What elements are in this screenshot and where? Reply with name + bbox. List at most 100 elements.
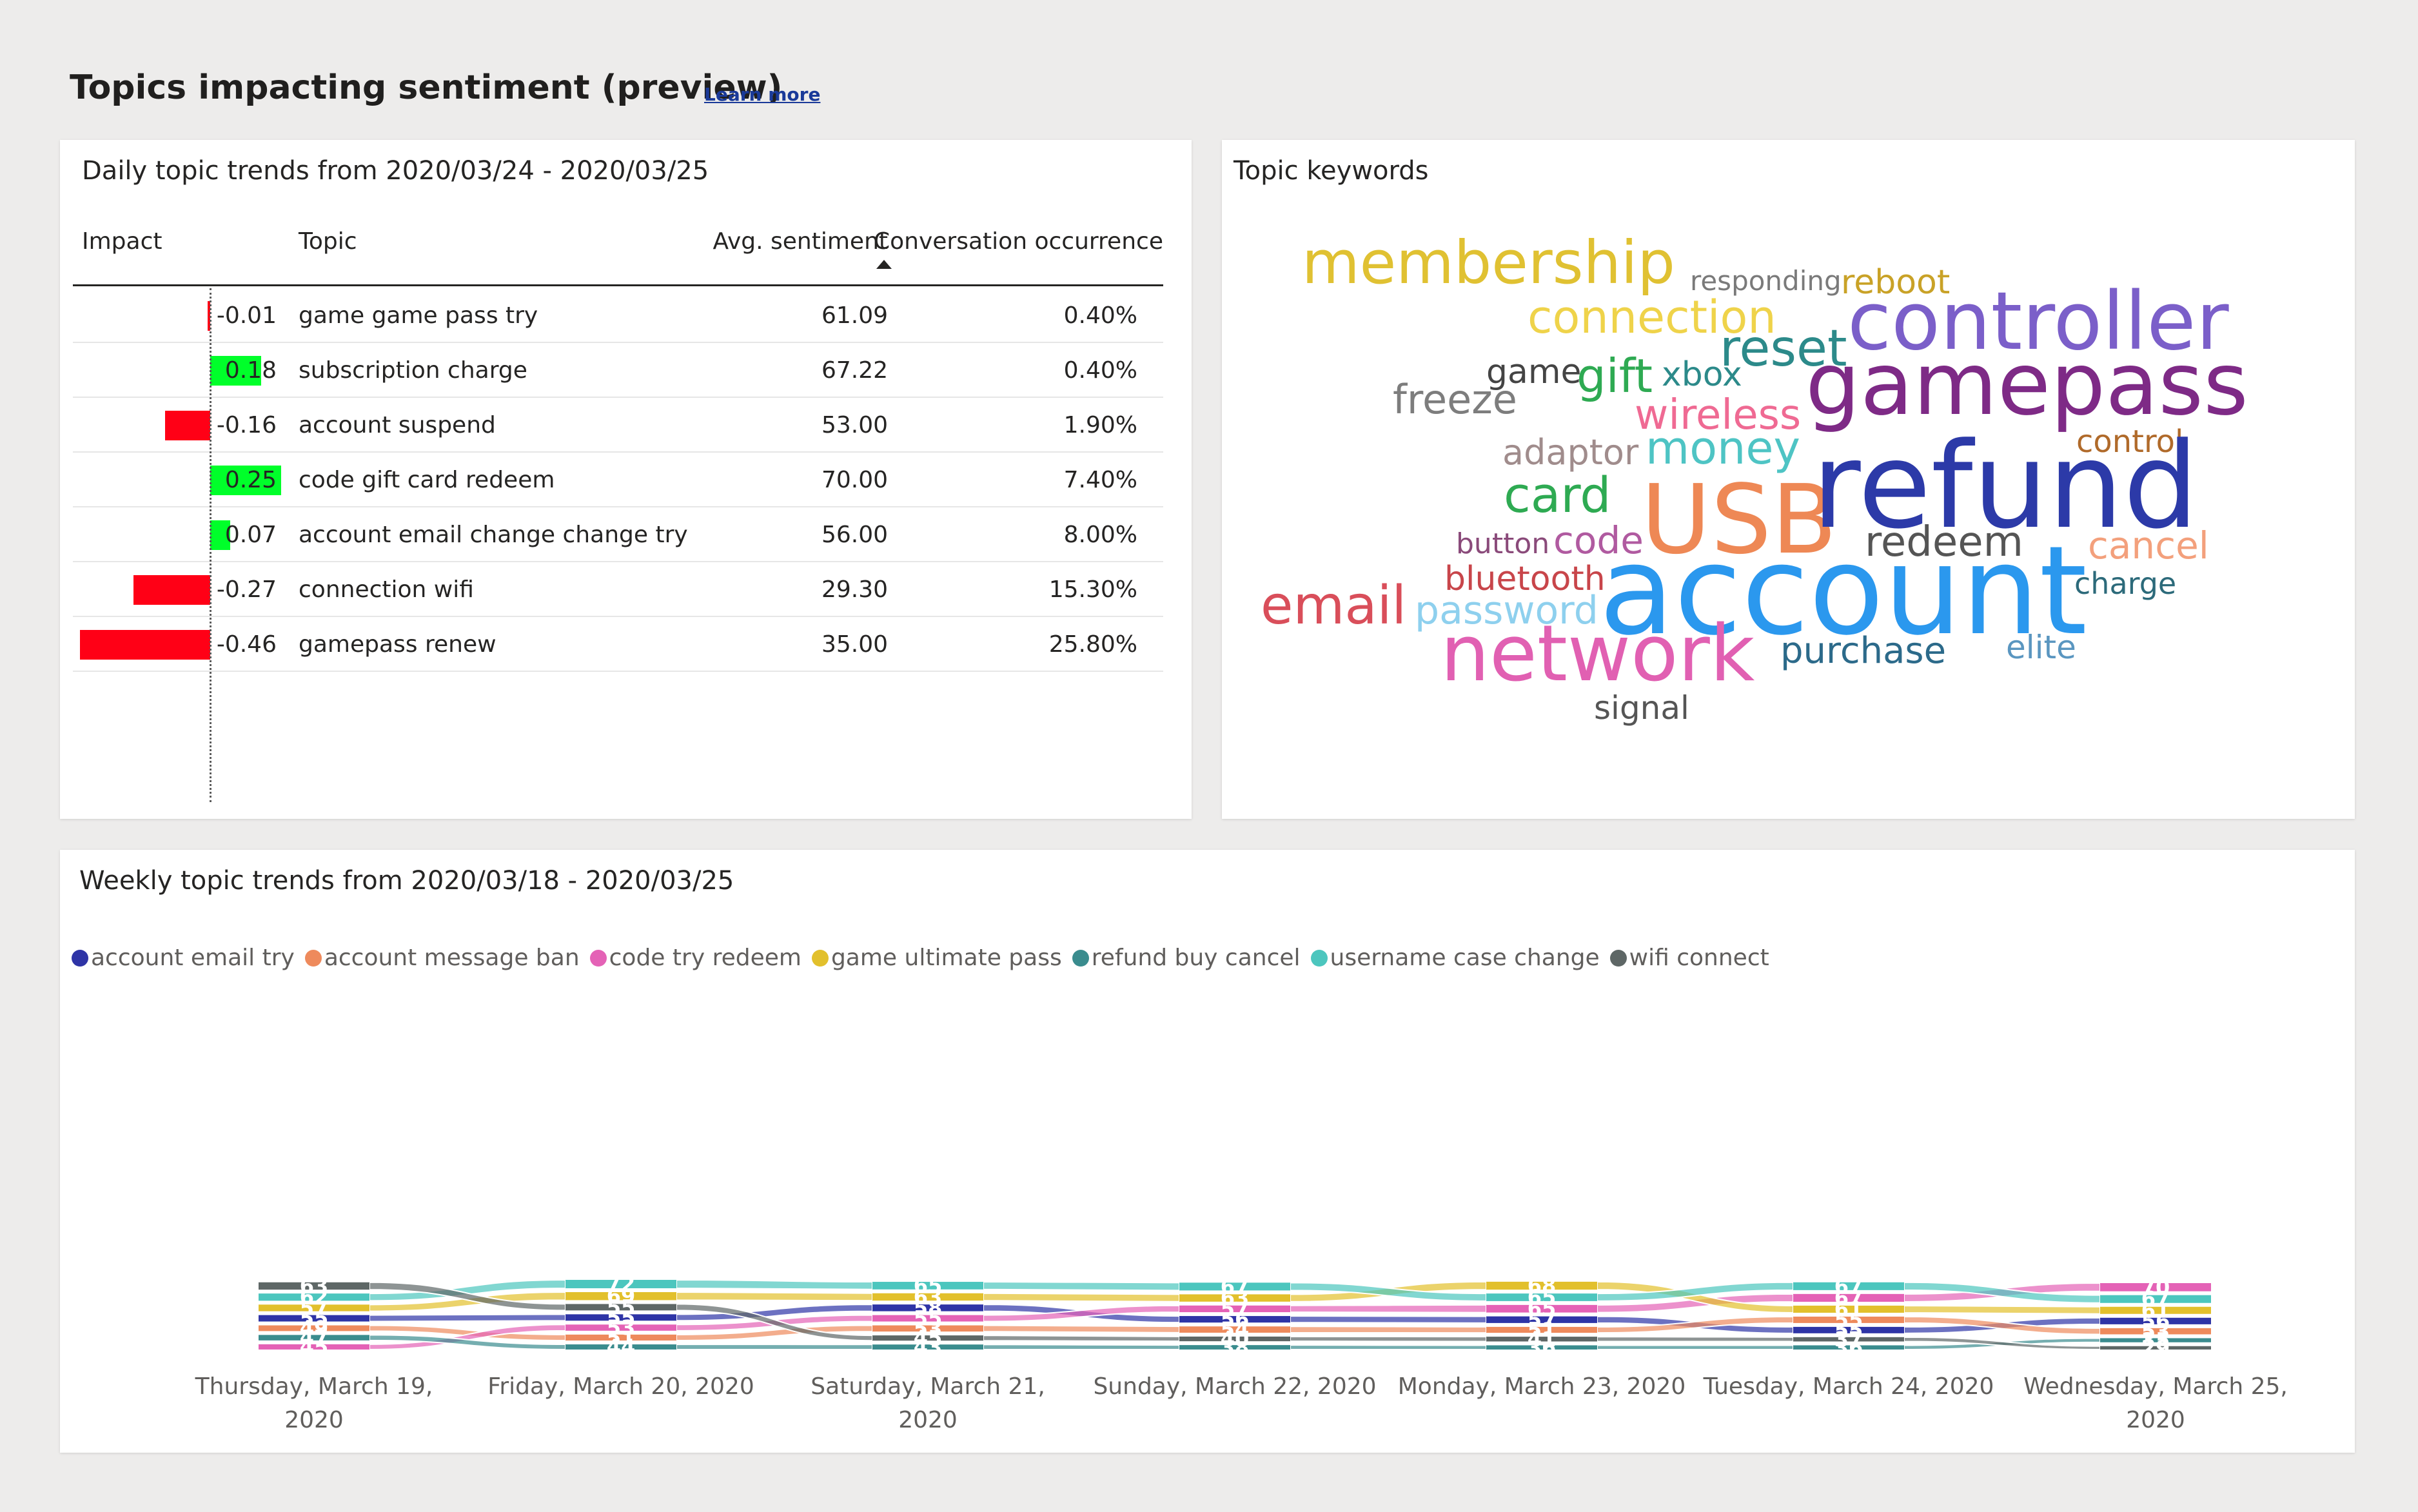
keyword-email[interactable]: email [1261, 580, 1406, 633]
ribbon-value-label: 65 [914, 1273, 943, 1298]
x-axis-label: Thursday, March 19, [195, 1373, 433, 1400]
occurrence-value: 1.90% [1063, 412, 1137, 438]
x-axis-label: Saturday, March 21, [811, 1373, 1045, 1400]
topic-name: code gift card redeem [299, 467, 555, 493]
occurrence-value: 25.80% [1048, 631, 1137, 658]
impact-value: 0.07 [224, 522, 277, 548]
ribbon-value-label: 67 [1221, 1274, 1250, 1299]
page-title: Topics impacting sentiment (preview) [70, 68, 783, 107]
impact-column-header[interactable]: Impact [82, 228, 162, 255]
table-row[interactable]: -0.01 game game pass try 61.09 0.40% [73, 288, 1163, 343]
keyword-network[interactable]: network [1440, 616, 1755, 693]
avg-sentiment-value: 70.00 [821, 467, 888, 493]
ribbon-value-label: 37 [1834, 1327, 1863, 1351]
occurrence-value: 0.40% [1063, 357, 1137, 384]
ribbon-code-try-redeem[interactable] [1290, 1304, 1487, 1313]
x-axis-label: Sunday, March 22, 2020 [1093, 1373, 1376, 1400]
ribbon-refund-buy-cancel[interactable] [1290, 1344, 1487, 1350]
keyword-membership[interactable]: membership [1302, 233, 1675, 293]
occurrence-value: 8.00% [1063, 522, 1137, 548]
ribbon-account-email-try[interactable] [1290, 1315, 1487, 1324]
row-divider [73, 671, 1163, 672]
x-axis-label: Wednesday, March 25, [2023, 1373, 2288, 1400]
table-row[interactable]: 0.25 code gift card redeem 70.00 7.40% [73, 453, 1163, 507]
keyword-xbox[interactable]: xbox [1662, 358, 1742, 391]
avg-sentiment-value: 61.09 [821, 302, 888, 329]
daily-trends-card: Daily topic trends from 2020/03/24 - 202… [60, 140, 1192, 819]
keyword-freeze[interactable]: freeze [1393, 380, 1517, 420]
x-axis-label: Monday, March 23, 2020 [1398, 1373, 1686, 1400]
impact-value: -0.27 [216, 576, 277, 603]
keyword-purchase[interactable]: purchase [1780, 633, 1946, 669]
ribbon-value-label: 47 [300, 1326, 329, 1350]
table-row[interactable]: 0.18 subscription charge 67.22 0.40% [73, 343, 1163, 398]
keyword-button[interactable]: button [1456, 530, 1549, 558]
topic-name: gamepass renew [299, 631, 496, 658]
topic-name: account email change change try [299, 522, 688, 548]
occurrence-column-header[interactable]: Conversation occurrence [874, 228, 1163, 255]
ribbon-game-ultimate-pass[interactable] [676, 1291, 873, 1302]
ribbon-value-label: 67 [1834, 1274, 1863, 1299]
keyword-charge[interactable]: charge [2074, 569, 2176, 598]
x-axis-label: 2020 [898, 1407, 958, 1433]
ribbon-refund-buy-cancel[interactable] [983, 1344, 1180, 1350]
ribbon-value-label: 63 [300, 1273, 329, 1298]
ribbon-value-label: 41 [1528, 1327, 1557, 1351]
keyword-gamepass[interactable]: gamepass [1805, 341, 2248, 427]
ribbon-value-label: 65 [1528, 1285, 1557, 1310]
avg-sentiment-value: 56.00 [821, 522, 888, 548]
keyword-elite[interactable]: elite [2006, 631, 2076, 663]
impact-zero-axis [210, 288, 211, 802]
avg-sentiment-value: 29.30 [821, 576, 888, 603]
ribbon-username-case-change[interactable] [983, 1281, 1180, 1291]
table-row[interactable]: -0.16 account suspend 53.00 1.90% [73, 398, 1163, 453]
impact-value: -0.01 [216, 302, 277, 329]
keyword-signal[interactable]: signal [1594, 692, 1689, 724]
ribbon-refund-buy-cancel[interactable] [1597, 1344, 1794, 1350]
ribbon-value-label: 44 [607, 1335, 636, 1359]
sort-ascending-icon[interactable] [876, 260, 892, 269]
topic-column-header[interactable]: Topic [299, 228, 357, 255]
ribbon-account-message-ban[interactable] [1290, 1326, 1487, 1334]
impact-value: -0.46 [216, 631, 277, 658]
impact-bar [133, 575, 210, 605]
keyword-card[interactable]: card [1504, 471, 1611, 520]
avg-sentiment-value: 67.22 [821, 357, 888, 384]
weekly-trends-card: Weekly topic trends from 2020/03/18 - 20… [60, 850, 2355, 1453]
table-row[interactable]: -0.27 connection wifi 29.30 15.30% [73, 562, 1163, 617]
keyword-cancel[interactable]: cancel [2088, 527, 2209, 564]
table-row[interactable]: 0.07 account email change change try 56.00… [73, 507, 1163, 562]
ribbon-value-label: 55 [607, 1295, 636, 1319]
impact-value: 0.18 [224, 357, 277, 384]
impact-bar [79, 630, 210, 660]
ribbon-game-ultimate-pass[interactable] [1903, 1304, 2101, 1315]
x-axis-label: 2020 [2126, 1407, 2185, 1433]
occurrence-value: 15.30% [1048, 576, 1137, 603]
avg-sentiment-column-header[interactable]: Avg. sentiment [689, 228, 888, 255]
ribbon-refund-buy-cancel[interactable] [676, 1344, 873, 1350]
ribbon-value-label: 29 [2141, 1335, 2170, 1360]
topic-name: game game pass try [299, 302, 538, 329]
ribbon-wifi-connect[interactable] [983, 1335, 1180, 1342]
x-axis-label: Tuesday, March 24, 2020 [1703, 1373, 1994, 1400]
ribbon-value-label: 72 [607, 1271, 636, 1296]
keyword-adaptor[interactable]: adaptor [1502, 435, 1638, 470]
avg-sentiment-value: 53.00 [821, 412, 888, 438]
occurrence-value: 0.40% [1063, 302, 1137, 329]
ribbon-account-message-ban[interactable] [983, 1324, 1180, 1333]
ribbon-account-email-try[interactable] [369, 1313, 566, 1322]
impact-value: 0.25 [224, 467, 277, 493]
ribbon-username-case-change[interactable] [676, 1279, 873, 1290]
table-row[interactable]: -0.46 gamepass renew 35.00 25.80% [73, 617, 1163, 672]
impact-value: -0.16 [216, 412, 277, 438]
ribbon-game-ultimate-pass[interactable] [983, 1292, 1180, 1302]
learn-more-link[interactable]: Learn more [704, 84, 820, 105]
topic-name: connection wifi [299, 576, 474, 603]
x-axis-label: 2020 [284, 1407, 344, 1433]
ribbon-wifi-connect[interactable] [1597, 1336, 1794, 1342]
x-axis-label: Friday, March 20, 2020 [487, 1373, 754, 1400]
ribbon-wifi-connect[interactable] [1290, 1335, 1487, 1342]
table-header-divider [73, 284, 1163, 286]
topic-keywords-card: Topic keywords membership responding reboo… [1222, 140, 2355, 819]
occurrence-value: 7.40% [1063, 467, 1137, 493]
